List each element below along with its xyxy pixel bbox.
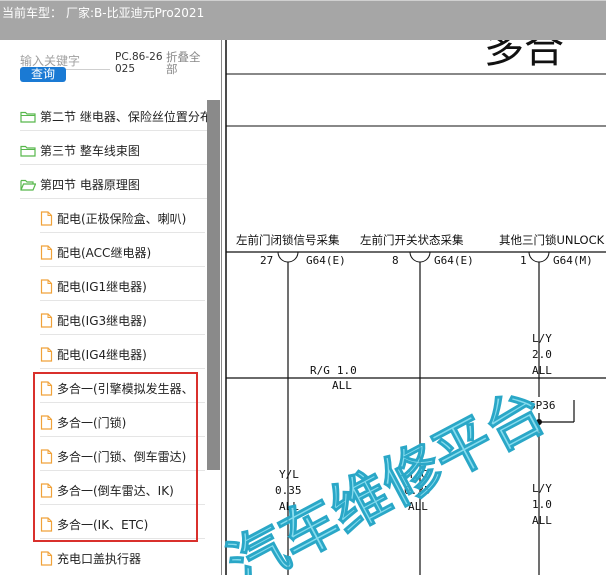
- pin-connector: G64(E): [434, 254, 474, 267]
- tree-section-label: 第二节 继电器、保险丝位置分布: [40, 109, 207, 124]
- document-icon: [40, 346, 53, 362]
- tree-section-label: 第四节 电器原理图: [40, 177, 140, 192]
- pin-connector: G64(M): [553, 254, 593, 267]
- tree-item[interactable]: 配电(正极保险盒、喇叭): [40, 204, 205, 233]
- diagram-canvas: 多合 左前门闭锁信号采集 左前门开关状态采集 其他三门锁UNLOCK 27 G6…: [222, 40, 606, 575]
- document-icon: [40, 278, 53, 294]
- wire-location: ALL: [332, 379, 352, 392]
- tree-section[interactable]: 第三节 整车线束图: [20, 136, 207, 165]
- wire-color: Y/L: [279, 468, 299, 481]
- document-icon: [40, 550, 53, 566]
- wire-size: 1.0: [337, 364, 357, 377]
- watermark: 汽车维修平台: [222, 377, 556, 575]
- sidebar-scrollbar[interactable]: [207, 100, 220, 470]
- tree-item[interactable]: 配电(IG1继电器): [40, 272, 205, 301]
- tree-item-label: 配电(正极保险盒、喇叭): [57, 211, 187, 226]
- wire-color: R/G: [310, 364, 330, 377]
- column-label: 左前门开关状态采集: [360, 233, 464, 247]
- search-button[interactable]: 查询: [20, 67, 66, 82]
- diagram-page-title: 多合: [484, 40, 564, 71]
- vehicle-label: 当前车型：: [2, 6, 63, 20]
- connector-pin-shape: [277, 251, 299, 263]
- wiring-diagram[interactable]: 多合 左前门闭锁信号采集 左前门开关状态采集 其他三门锁UNLOCK 27 G6…: [221, 40, 606, 575]
- tree-item-label: 配电(IG1继电器): [57, 279, 147, 294]
- wire-location: ALL: [532, 514, 552, 527]
- pin-connector: G64(E): [306, 254, 346, 267]
- document-icon: [40, 312, 53, 328]
- tree-section-label: 第三节 整车线束图: [40, 143, 140, 158]
- wire-color: L/Y: [532, 332, 552, 345]
- wire-color: L/Y: [532, 482, 552, 495]
- wire-size: 0.35: [275, 484, 302, 497]
- tree-item[interactable]: 配电(IG4继电器): [40, 340, 205, 369]
- svg-text:R/G1.0: R/G 1.0: [310, 364, 357, 377]
- folder-open-icon: [20, 178, 36, 191]
- connector-pin-shape: [528, 251, 550, 263]
- column-label: 左前门闭锁信号采集: [236, 233, 340, 247]
- tree-item[interactable]: 配电(IG3继电器): [40, 306, 205, 335]
- tree-item-label: 配电(ACC继电器): [57, 245, 152, 260]
- pin-number: 1: [520, 254, 527, 267]
- folder-icon: [20, 110, 36, 123]
- tree-item-label: 配电(IG3继电器): [57, 313, 147, 328]
- connector-pin-shape: [409, 251, 431, 263]
- folder-icon: [20, 144, 36, 157]
- sidebar: 查询 PC.86-26025 折叠全部 第二节 继电器、保险丝位置分布 第三节 …: [0, 40, 221, 575]
- wire-size: 1.0: [532, 498, 552, 511]
- pin-number: 8: [392, 254, 399, 267]
- tree-section-expanded[interactable]: 第四节 电器原理图: [20, 170, 207, 199]
- wire-size: 2.0: [532, 348, 552, 361]
- column-label: 其他三门锁UNLOCK: [499, 233, 605, 247]
- collapse-all-button[interactable]: 折叠全部: [166, 51, 204, 75]
- document-icon: [40, 210, 53, 226]
- vehicle-model: 厂家:B-比亚迪元Pro2021: [66, 6, 205, 20]
- pin-number: 27: [260, 254, 273, 267]
- tree-item-label: 充电口盖执行器: [57, 551, 142, 566]
- document-icon: [40, 244, 53, 260]
- pc-code: PC.86-26025: [115, 51, 163, 75]
- tree-item[interactable]: 配电(ACC继电器): [40, 238, 205, 267]
- tree-section[interactable]: 第二节 继电器、保险丝位置分布: [20, 102, 207, 131]
- highlight-box: [33, 372, 198, 542]
- tree-item[interactable]: 充电口盖执行器: [40, 544, 205, 572]
- tree-item-label: 配电(IG4继电器): [57, 347, 147, 362]
- wire-location: ALL: [532, 364, 552, 377]
- title-bar: 当前车型： 厂家:B-比亚迪元Pro2021: [0, 0, 606, 40]
